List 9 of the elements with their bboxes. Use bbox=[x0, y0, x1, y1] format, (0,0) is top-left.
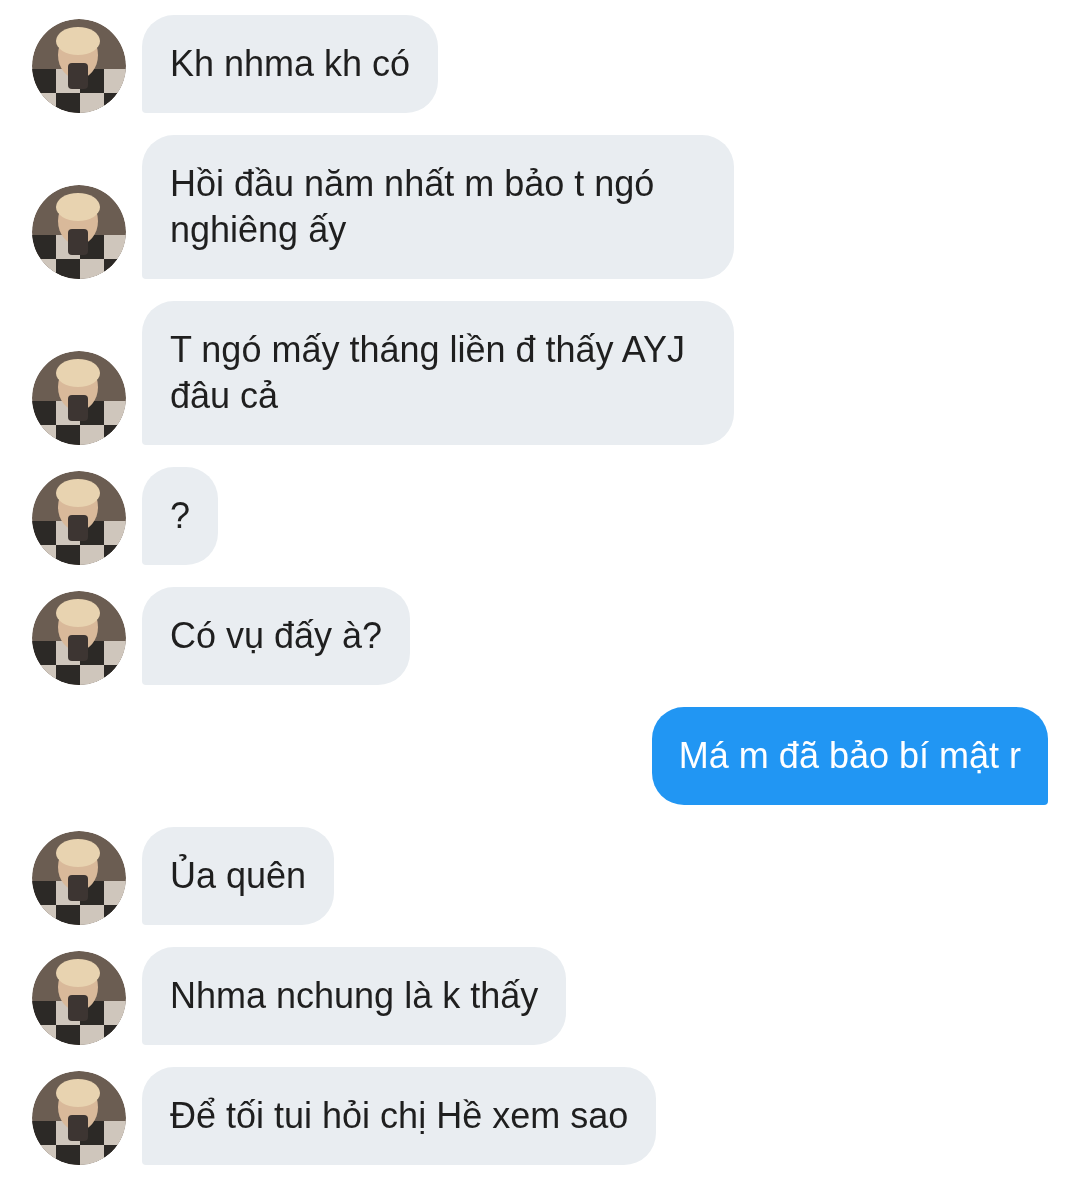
message-bubble: Kh nhma kh có bbox=[142, 15, 439, 113]
message-bubble: Hồi đầu năm nhất m bảo t ngó nghiêng ấy bbox=[142, 135, 734, 279]
message-bubble: Nhma nchung là k thấy bbox=[142, 947, 567, 1045]
message-bubble: T ngó mấy tháng liền đ thấy AYJ đâu cả bbox=[142, 301, 734, 445]
message-bubble: Má m đã bảo bí mật r bbox=[651, 707, 1048, 805]
message-bubble: Để tối tui hỏi chị Hề xem sao bbox=[142, 1067, 657, 1165]
message-bubble: ? bbox=[142, 467, 219, 565]
message-bubble: Có vụ đấy à? bbox=[142, 587, 411, 685]
message-bubble: Ủa quên bbox=[142, 827, 335, 925]
